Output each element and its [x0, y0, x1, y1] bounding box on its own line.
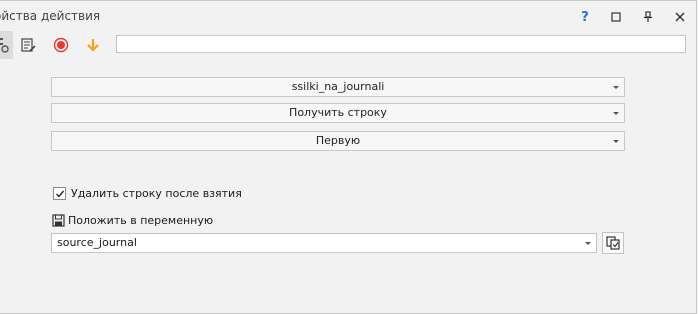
position-select-value: Первую	[315, 134, 361, 147]
chevron-down-icon	[613, 86, 619, 89]
settings-button[interactable]	[0, 31, 13, 59]
checkmark-icon	[56, 190, 65, 198]
remove-after-take-checkbox[interactable]	[53, 186, 66, 200]
remove-after-take-label: Удалить строку после взятия	[71, 186, 242, 200]
toolbar-input[interactable]	[116, 35, 686, 53]
chevron-down-icon	[585, 242, 591, 245]
pin-button[interactable]	[637, 6, 659, 28]
maximize-icon	[611, 12, 621, 22]
position-select[interactable]: Первую	[51, 131, 625, 151]
copy-icon	[606, 236, 620, 250]
variable-input-value: source_journal	[57, 236, 137, 249]
record-icon	[53, 37, 69, 53]
pin-icon	[644, 11, 652, 22]
save-icon	[52, 213, 65, 227]
window-title: ойства действия	[0, 9, 101, 23]
copy-variable-button[interactable]	[602, 232, 624, 254]
action-select[interactable]: Получить строку	[51, 103, 625, 123]
move-down-button[interactable]	[82, 33, 104, 57]
maximize-button[interactable]	[605, 6, 627, 28]
help-button[interactable]: ?	[574, 6, 596, 28]
record-button[interactable]	[50, 33, 72, 57]
settings-icon	[0, 38, 9, 53]
arrow-down-icon	[87, 39, 99, 52]
variable-input[interactable]: source_journal	[51, 233, 597, 253]
close-icon	[675, 12, 685, 22]
chevron-down-icon	[613, 112, 619, 115]
notes-button[interactable]	[17, 33, 39, 57]
action-properties-window: ойства действия ? ssilki_na_journali Пол…	[0, 0, 697, 314]
save-to-variable-label: Положить в переменную	[68, 213, 214, 227]
close-button[interactable]	[669, 6, 691, 28]
save-to-variable-row: Положить в переменную	[52, 212, 213, 228]
action-select-value: Получить строку	[289, 106, 387, 119]
toolbar	[0, 31, 696, 59]
remove-after-take-row: Удалить строку после взятия	[53, 185, 242, 201]
chevron-down-icon	[613, 140, 619, 143]
title-bar: ойства действия ?	[0, 1, 696, 31]
list-select[interactable]: ssilki_na_journali	[51, 77, 625, 97]
edit-note-icon	[21, 38, 36, 52]
help-icon: ?	[581, 9, 589, 25]
list-select-value: ssilki_na_journali	[291, 80, 385, 93]
